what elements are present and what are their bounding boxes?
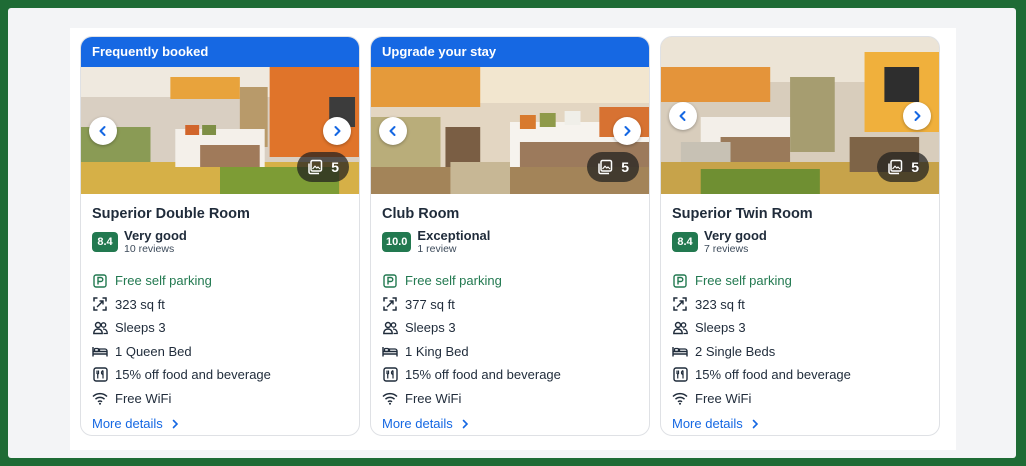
wifi-icon bbox=[672, 390, 688, 406]
review-count: 7 reviews bbox=[704, 243, 749, 255]
people-icon bbox=[672, 320, 688, 336]
chevron-right-icon bbox=[914, 110, 921, 121]
more-details-link[interactable]: More details bbox=[672, 416, 928, 431]
amenity-size: 377 sq ft bbox=[382, 293, 638, 317]
photo-gallery-button[interactable]: 5 bbox=[877, 152, 929, 182]
next-photo-button[interactable] bbox=[613, 116, 641, 145]
more-details-link[interactable]: More details bbox=[92, 416, 348, 431]
chevron-right-icon bbox=[752, 419, 758, 428]
amenity-sleeps: Sleeps 3 bbox=[382, 316, 638, 340]
rating-score-badge: 8.4 bbox=[672, 232, 698, 252]
guest-rating: 8.4 Very good 7 reviews bbox=[672, 229, 928, 261]
guest-rating: 10.0 Exceptional 1 review bbox=[382, 229, 638, 261]
amenity-bed: 1 King Bed bbox=[382, 340, 638, 364]
room-photo[interactable]: 5 bbox=[371, 67, 649, 194]
amenity-wifi: Free WiFi bbox=[92, 387, 348, 411]
room-title: Club Room bbox=[382, 206, 460, 222]
rating-label: Exceptional bbox=[417, 228, 491, 243]
amenity-list: Free self parking 323 sq ft Sleeps 3 2 S… bbox=[672, 269, 928, 410]
room-options-panel: Frequently booked 5 Superior Double Room… bbox=[70, 28, 956, 450]
next-photo-button[interactable] bbox=[903, 101, 931, 130]
previous-photo-button[interactable] bbox=[379, 116, 407, 145]
room-photo[interactable]: 5 bbox=[81, 67, 359, 194]
bed-icon bbox=[382, 343, 398, 359]
people-icon bbox=[92, 320, 108, 336]
amenity-wifi: Free WiFi bbox=[382, 387, 638, 411]
chevron-left-icon bbox=[99, 125, 106, 136]
amenity-food-discount: 15% off food and beverage bbox=[92, 363, 348, 387]
amenity-parking: Free self parking bbox=[382, 269, 638, 293]
chevron-left-icon bbox=[679, 110, 686, 121]
page-frame: Frequently booked 5 Superior Double Room… bbox=[8, 8, 1016, 458]
room-card-superior-double[interactable]: Frequently booked 5 Superior Double Room… bbox=[80, 36, 360, 436]
food-discount-icon bbox=[382, 367, 398, 383]
rating-label: Very good bbox=[704, 228, 767, 243]
area-icon bbox=[672, 296, 688, 312]
food-discount-icon bbox=[92, 367, 108, 383]
more-details-link[interactable]: More details bbox=[382, 416, 638, 431]
next-photo-button[interactable] bbox=[323, 116, 351, 145]
room-card-superior-twin[interactable]: 5 Superior Twin Room 8.4 Very good 7 rev… bbox=[660, 36, 940, 436]
chevron-right-icon bbox=[624, 125, 631, 136]
card-banner: Upgrade your stay bbox=[371, 37, 649, 67]
gallery-icon bbox=[308, 159, 323, 175]
amenity-sleeps: Sleeps 3 bbox=[672, 316, 928, 340]
photo-gallery-button[interactable]: 5 bbox=[587, 152, 639, 182]
gallery-icon bbox=[598, 159, 613, 175]
previous-photo-button[interactable] bbox=[669, 101, 697, 130]
wifi-icon bbox=[92, 390, 108, 406]
room-title: Superior Twin Room bbox=[672, 206, 813, 222]
card-banner: Frequently booked bbox=[81, 37, 359, 67]
amenity-size: 323 sq ft bbox=[672, 293, 928, 317]
food-discount-icon bbox=[672, 367, 688, 383]
bed-icon bbox=[672, 343, 688, 359]
photo-count: 5 bbox=[621, 159, 629, 175]
chevron-right-icon bbox=[172, 419, 178, 428]
parking-icon bbox=[382, 273, 398, 289]
rating-score-badge: 10.0 bbox=[382, 232, 412, 252]
amenity-list: Free self parking 377 sq ft Sleeps 3 1 K… bbox=[382, 269, 638, 410]
room-card-club[interactable]: Upgrade your stay 5 Club Room 10.0 Excep… bbox=[370, 36, 650, 436]
amenity-bed: 1 Queen Bed bbox=[92, 340, 348, 364]
previous-photo-button[interactable] bbox=[89, 116, 117, 145]
parking-icon bbox=[672, 273, 688, 289]
bed-icon bbox=[92, 343, 108, 359]
amenity-food-discount: 15% off food and beverage bbox=[672, 363, 928, 387]
room-title: Superior Double Room bbox=[92, 206, 250, 222]
area-icon bbox=[92, 296, 108, 312]
chevron-right-icon bbox=[334, 125, 341, 136]
review-count: 10 reviews bbox=[124, 243, 175, 255]
amenity-sleeps: Sleeps 3 bbox=[92, 316, 348, 340]
amenity-size: 323 sq ft bbox=[92, 293, 348, 317]
amenity-list: Free self parking 323 sq ft Sleeps 3 1 Q… bbox=[92, 269, 348, 410]
photo-count: 5 bbox=[331, 159, 339, 175]
rating-label: Very good bbox=[124, 228, 187, 243]
review-count: 1 review bbox=[417, 243, 457, 255]
wifi-icon bbox=[382, 390, 398, 406]
amenity-wifi: Free WiFi bbox=[672, 387, 928, 411]
rating-score-badge: 8.4 bbox=[92, 232, 118, 252]
amenity-bed: 2 Single Beds bbox=[672, 340, 928, 364]
amenity-parking: Free self parking bbox=[672, 269, 928, 293]
area-icon bbox=[382, 296, 398, 312]
photo-gallery-button[interactable]: 5 bbox=[297, 152, 349, 182]
amenity-food-discount: 15% off food and beverage bbox=[382, 363, 638, 387]
chevron-left-icon bbox=[389, 125, 396, 136]
room-photo[interactable]: 5 bbox=[661, 37, 939, 194]
amenity-parking: Free self parking bbox=[92, 269, 348, 293]
gallery-icon bbox=[888, 159, 903, 175]
people-icon bbox=[382, 320, 398, 336]
parking-icon bbox=[92, 273, 108, 289]
photo-count: 5 bbox=[911, 159, 919, 175]
guest-rating: 8.4 Very good 10 reviews bbox=[92, 229, 348, 261]
chevron-right-icon bbox=[462, 419, 468, 428]
